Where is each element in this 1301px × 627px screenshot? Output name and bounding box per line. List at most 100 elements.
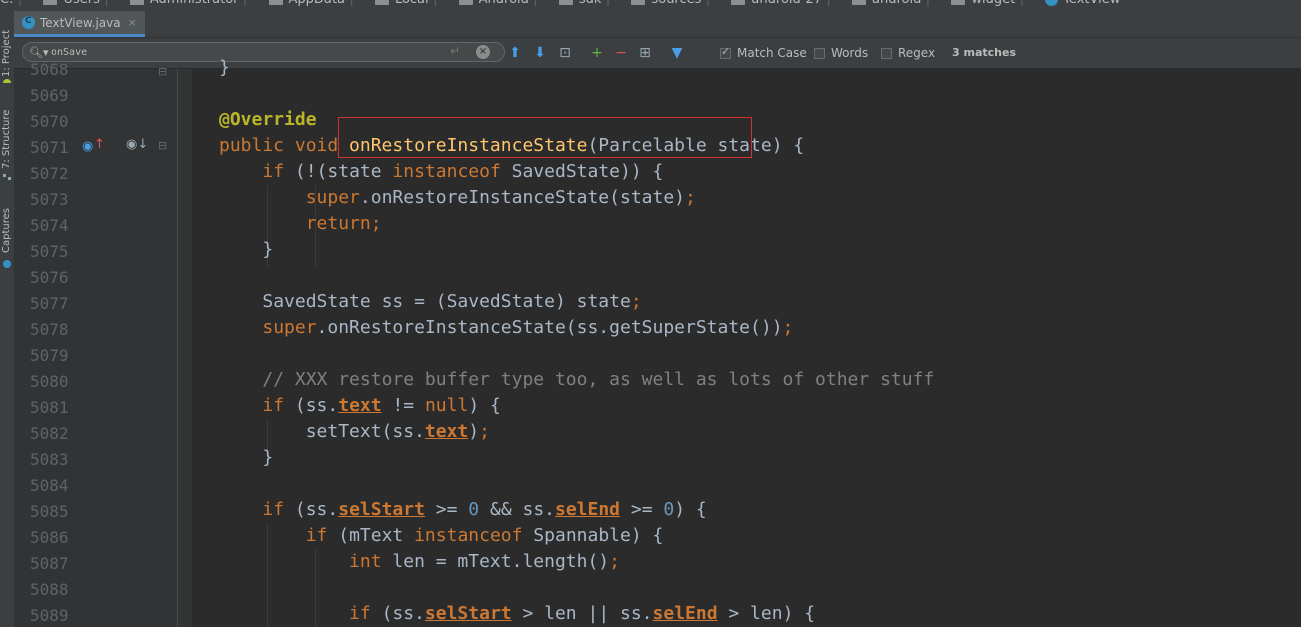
overrides-method-icon[interactable]: ◉ (82, 139, 93, 154)
structure-tool-tab[interactable]: 7: Structure (0, 101, 14, 181)
breadcrumb-label: android-27 (751, 0, 822, 7)
breadcrumb-separator: ▏ (435, 0, 445, 7)
editor-gutter[interactable]: 5068 5069 5070 5071 5072 5073 5074 5075 5076 5077… (14, 60, 192, 627)
implemented-method-icon[interactable]: ◉↓ (126, 137, 148, 152)
line-number: 5088 (30, 580, 69, 599)
fold-start-marker-icon[interactable]: ⊟ (158, 139, 167, 152)
code-line-5089: if (ss.selStart > len || ss.selEnd > len… (349, 603, 816, 624)
remove-occurrence-icon[interactable]: − (612, 44, 630, 62)
line-number: 5078 (30, 320, 69, 339)
overridden-up-arrow-icon[interactable]: ↑ (94, 137, 105, 152)
breadcrumb-label: Android (479, 0, 529, 7)
breadcrumb-item[interactable]: Administrator ▏ (120, 0, 255, 7)
select-all-occurrences-icon[interactable]: ⊞ (636, 44, 654, 62)
fold-end-marker-icon[interactable]: ⊟ (158, 65, 167, 78)
breadcrumb-label: C: (0, 0, 13, 7)
code-line-5085: if (ss.selStart >= 0 && ss.selEnd >= 0) … (262, 499, 707, 520)
words-checkbox[interactable]: Words (814, 46, 868, 60)
code-line-5075: } (262, 239, 274, 260)
folder-icon (129, 0, 144, 5)
code-line-5068: } (219, 57, 230, 78)
folder-icon (374, 0, 389, 5)
breadcrumb-separator: ▏ (535, 0, 545, 7)
breadcrumb: C:▏Users▏Administrator▏AppData▏Local▏And… (0, 0, 1301, 11)
clear-search-icon[interactable]: × (476, 45, 490, 59)
find-bar: 🔍︎▾ ↵ × ⬆ ⬇ ⊡ + − ⊞ ▼ Match Case Words R… (14, 38, 1301, 69)
line-number: 5072 (30, 164, 69, 183)
breadcrumb-separator: ▏ (19, 0, 29, 7)
left-tool-strip: 1: Project 7: Structure Captures (0, 11, 15, 627)
project-tab-label: 1: Project (1, 29, 12, 77)
breadcrumb-label: Local (395, 0, 429, 7)
breadcrumb-separator: ▏ (1021, 0, 1031, 7)
line-number: 5077 (30, 294, 69, 313)
breadcrumb-item[interactable]: widget ▏ (941, 0, 1031, 7)
breadcrumb-separator: ▏ (106, 0, 116, 7)
fold-guide (177, 69, 178, 627)
folder-icon (852, 0, 866, 5)
tab-close-icon[interactable]: × (128, 16, 137, 29)
add-occurrence-icon[interactable]: + (588, 44, 606, 62)
breadcrumb-item[interactable]: Users ▏ (33, 0, 116, 7)
line-number: 5076 (30, 268, 69, 287)
breadcrumb-item[interactable]: Android ▏ (449, 0, 545, 7)
code-line-5070: @Override (219, 109, 317, 130)
breadcrumb-label: Administrator (150, 0, 239, 7)
breadcrumb-label: AppData (289, 0, 345, 7)
words-box[interactable] (814, 47, 825, 59)
breadcrumb-item[interactable]: android ▏ (842, 0, 937, 7)
code-line-5073: super.onRestoreInstanceState(state); (305, 187, 696, 208)
folder-icon (951, 0, 966, 5)
line-number: 5071 (30, 138, 69, 157)
folder-icon (631, 0, 646, 5)
breadcrumb-item[interactable]: C: ▏ (0, 0, 29, 7)
breadcrumb-separator: ▏ (707, 0, 717, 7)
search-input[interactable] (51, 44, 451, 60)
captures-tab-label: Captures (1, 208, 12, 253)
filter-icon[interactable]: ▼ (668, 44, 686, 62)
breadcrumb-item[interactable]: sources ▏ (621, 0, 717, 7)
class-icon (22, 16, 35, 29)
breadcrumb-separator: ▏ (927, 0, 937, 7)
previous-occurrence-icon[interactable]: ⬆ (506, 44, 524, 62)
code-line-5080: // XXX restore buffer type too, as well … (262, 369, 935, 390)
breadcrumb-item[interactable]: TextView (1035, 0, 1120, 7)
match-case-box[interactable] (720, 45, 731, 59)
breadcrumb-label: sources (651, 0, 701, 7)
breadcrumb-item[interactable]: android-27 ▏ (721, 0, 838, 7)
captures-icon (3, 260, 11, 268)
code-line-5083: } (262, 447, 274, 468)
next-occurrence-icon[interactable]: ⬇ (531, 44, 549, 62)
folder-icon (731, 0, 746, 5)
regex-checkbox[interactable]: Regex (881, 46, 935, 60)
words-label: Words (831, 46, 869, 60)
structure-tab-label: 7: Structure (1, 109, 12, 169)
search-box: 🔍︎▾ ↵ × (22, 42, 505, 62)
breadcrumb-item[interactable]: AppData ▏ (259, 0, 361, 7)
line-number: 5069 (30, 86, 69, 105)
breadcrumb-item[interactable]: Local ▏ (365, 0, 445, 7)
breadcrumb-label: widget (971, 0, 1015, 7)
line-number: 5068 (30, 60, 69, 79)
line-number: 5084 (30, 476, 69, 495)
match-case-checkbox[interactable]: Match Case (720, 45, 807, 60)
find-all-icon[interactable]: ⊡ (556, 44, 574, 62)
code-line-5087: int len = mText.length(); (349, 551, 620, 572)
search-history-icon[interactable]: 🔍︎▾ (29, 46, 49, 59)
new-line-icon[interactable]: ↵ (450, 44, 460, 58)
line-number: 5082 (30, 424, 69, 443)
folder-icon (43, 0, 58, 5)
regex-box[interactable] (881, 47, 892, 59)
tab-textview-java[interactable]: TextView.java × (14, 11, 145, 37)
editor-tab-bar: TextView.java × (14, 11, 1301, 38)
code-line-5074: return; (305, 213, 382, 234)
captures-tool-tab[interactable]: Captures (0, 201, 14, 271)
breadcrumb-separator: ▏ (828, 0, 838, 7)
line-number: 5075 (30, 242, 69, 261)
breadcrumb-separator: ▏ (607, 0, 617, 7)
match-case-label: Match Case (737, 46, 807, 60)
android-icon (0, 75, 14, 87)
breadcrumb-item[interactable]: sdk ▏ (549, 0, 617, 7)
breadcrumb-label: sdk (579, 0, 602, 7)
folder-icon (268, 0, 283, 5)
